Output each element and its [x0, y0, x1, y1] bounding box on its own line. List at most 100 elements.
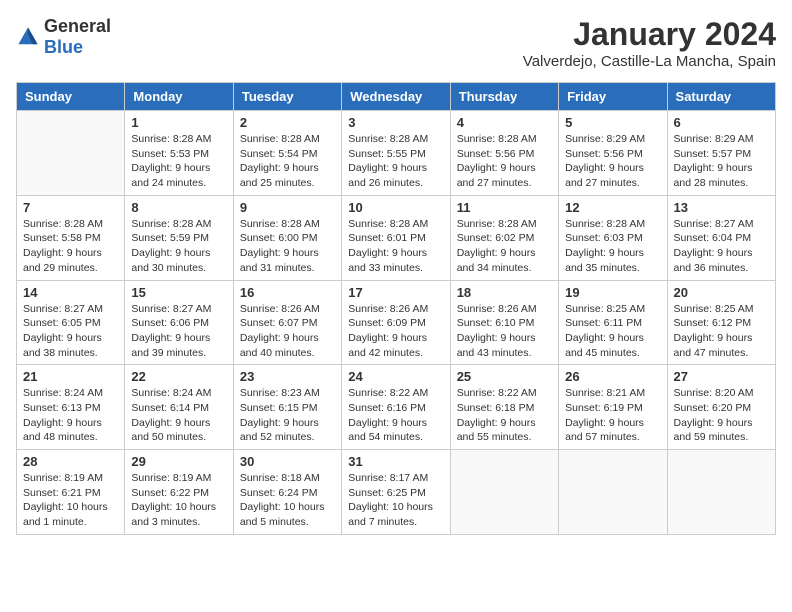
calendar-day-cell: 10 Sunrise: 8:28 AM Sunset: 6:01 PM Dayli…	[342, 195, 450, 280]
calendar-day-cell: 9Sunrise: 8:28 AM Sunset: 6:00 PM Daylig…	[233, 195, 341, 280]
day-number: 28	[23, 454, 118, 469]
calendar-day-cell: 25Sunrise: 8:22 AM Sunset: 6:18 PM Dayli…	[450, 365, 558, 450]
day-info: Sunrise: 8:25 AM Sunset: 6:12 PM Dayligh…	[674, 302, 769, 361]
logo-icon	[16, 25, 40, 49]
calendar-day-cell: 31 Sunrise: 8:17 AM Sunset: 6:25 PM Dayli…	[342, 450, 450, 535]
page-header: General Blue January 2024 Valverdejo, Ca…	[16, 16, 776, 70]
day-info: Sunrise: 8:27 AM Sunset: 6:04 PM Dayligh…	[674, 217, 769, 276]
day-number: 11	[457, 200, 552, 215]
day-number: 7	[23, 200, 118, 215]
day-number: 13	[674, 200, 769, 215]
calendar-day-cell: 1 Sunrise: 8:28 AM Sunset: 5:53 PM Daylig…	[125, 111, 233, 196]
day-number: 9	[240, 200, 335, 215]
calendar-day-cell: 22 Sunrise: 8:24 AM Sunset: 6:14 PM Dayli…	[125, 365, 233, 450]
day-number: 20	[674, 285, 769, 300]
calendar-week-row: 28Sunrise: 8:19 AM Sunset: 6:21 PM Dayli…	[17, 450, 776, 535]
logo: General Blue	[16, 16, 111, 58]
day-number: 15	[131, 285, 226, 300]
logo-general: General	[44, 16, 111, 36]
day-info: Sunrise: 8:28 AM Sunset: 5:58 PM Dayligh…	[23, 217, 118, 276]
weekday-header-friday: Friday	[559, 83, 667, 111]
day-info: Sunrise: 8:28 AM Sunset: 6:01 PM Dayligh…	[348, 217, 443, 276]
day-info: Sunrise: 8:28 AM Sunset: 5:55 PM Dayligh…	[348, 132, 443, 191]
calendar-day-cell: 18 Sunrise: 8:26 AM Sunset: 6:10 PM Dayli…	[450, 280, 558, 365]
day-info: Sunrise: 8:24 AM Sunset: 6:14 PM Dayligh…	[131, 386, 226, 445]
day-info: Sunrise: 8:26 AM Sunset: 6:07 PM Dayligh…	[240, 302, 335, 361]
location-title: Valverdejo, Castille-La Mancha, Spain	[523, 53, 776, 70]
day-number: 12	[565, 200, 660, 215]
empty-cell	[559, 450, 667, 535]
calendar-day-cell: 29 Sunrise: 8:19 AM Sunset: 6:22 PM Dayli…	[125, 450, 233, 535]
day-info: Sunrise: 8:29 AM Sunset: 5:57 PM Dayligh…	[674, 132, 769, 191]
day-number: 22	[131, 369, 226, 384]
empty-cell	[450, 450, 558, 535]
day-number: 18	[457, 285, 552, 300]
day-info: Sunrise: 8:23 AM Sunset: 6:15 PM Dayligh…	[240, 386, 335, 445]
day-number: 16	[240, 285, 335, 300]
calendar-day-cell: 20 Sunrise: 8:25 AM Sunset: 6:12 PM Dayli…	[667, 280, 775, 365]
calendar-day-cell: 21Sunrise: 8:24 AM Sunset: 6:13 PM Dayli…	[17, 365, 125, 450]
day-number: 5	[565, 115, 660, 130]
day-number: 26	[565, 369, 660, 384]
calendar-day-cell: 30 Sunrise: 8:18 AM Sunset: 6:24 PM Dayli…	[233, 450, 341, 535]
day-info: Sunrise: 8:27 AM Sunset: 6:05 PM Dayligh…	[23, 302, 118, 361]
day-number: 3	[348, 115, 443, 130]
empty-cell	[667, 450, 775, 535]
empty-cell	[17, 111, 125, 196]
calendar-week-row: 14 Sunrise: 8:27 AM Sunset: 6:05 PM Dayli…	[17, 280, 776, 365]
day-number: 23	[240, 369, 335, 384]
day-info: Sunrise: 8:17 AM Sunset: 6:25 PM Dayligh…	[348, 471, 443, 530]
calendar-day-cell: 11 Sunrise: 8:28 AM Sunset: 6:02 PM Dayli…	[450, 195, 558, 280]
day-info: Sunrise: 8:20 AM Sunset: 6:20 PM Dayligh…	[674, 386, 769, 445]
calendar-day-cell: 4Sunrise: 8:28 AM Sunset: 5:56 PM Daylig…	[450, 111, 558, 196]
day-info: Sunrise: 8:27 AM Sunset: 6:06 PM Dayligh…	[131, 302, 226, 361]
calendar-week-row: 21Sunrise: 8:24 AM Sunset: 6:13 PM Dayli…	[17, 365, 776, 450]
day-info: Sunrise: 8:18 AM Sunset: 6:24 PM Dayligh…	[240, 471, 335, 530]
day-number: 21	[23, 369, 118, 384]
day-number: 6	[674, 115, 769, 130]
calendar-day-cell: 28Sunrise: 8:19 AM Sunset: 6:21 PM Dayli…	[17, 450, 125, 535]
day-number: 24	[348, 369, 443, 384]
calendar-day-cell: 23 Sunrise: 8:23 AM Sunset: 6:15 PM Dayli…	[233, 365, 341, 450]
calendar-table: SundayMondayTuesdayWednesdayThursdayFrid…	[16, 82, 776, 535]
day-number: 10	[348, 200, 443, 215]
day-info: Sunrise: 8:19 AM Sunset: 6:22 PM Dayligh…	[131, 471, 226, 530]
day-info: Sunrise: 8:28 AM Sunset: 6:02 PM Dayligh…	[457, 217, 552, 276]
calendar-day-cell: 24 Sunrise: 8:22 AM Sunset: 6:16 PM Dayli…	[342, 365, 450, 450]
day-number: 30	[240, 454, 335, 469]
day-info: Sunrise: 8:28 AM Sunset: 5:59 PM Dayligh…	[131, 217, 226, 276]
day-info: Sunrise: 8:28 AM Sunset: 6:03 PM Dayligh…	[565, 217, 660, 276]
calendar-day-cell: 5Sunrise: 8:29 AM Sunset: 5:56 PM Daylig…	[559, 111, 667, 196]
calendar-day-cell: 19Sunrise: 8:25 AM Sunset: 6:11 PM Dayli…	[559, 280, 667, 365]
weekday-header-saturday: Saturday	[667, 83, 775, 111]
day-info: Sunrise: 8:21 AM Sunset: 6:19 PM Dayligh…	[565, 386, 660, 445]
day-info: Sunrise: 8:22 AM Sunset: 6:16 PM Dayligh…	[348, 386, 443, 445]
day-number: 2	[240, 115, 335, 130]
calendar-day-cell: 26 Sunrise: 8:21 AM Sunset: 6:19 PM Dayli…	[559, 365, 667, 450]
day-number: 29	[131, 454, 226, 469]
calendar-week-row: 1 Sunrise: 8:28 AM Sunset: 5:53 PM Daylig…	[17, 111, 776, 196]
calendar-day-cell: 15 Sunrise: 8:27 AM Sunset: 6:06 PM Dayli…	[125, 280, 233, 365]
calendar-day-cell: 16 Sunrise: 8:26 AM Sunset: 6:07 PM Dayli…	[233, 280, 341, 365]
day-number: 31	[348, 454, 443, 469]
day-number: 4	[457, 115, 552, 130]
day-number: 1	[131, 115, 226, 130]
day-number: 14	[23, 285, 118, 300]
day-info: Sunrise: 8:25 AM Sunset: 6:11 PM Dayligh…	[565, 302, 660, 361]
weekday-header-thursday: Thursday	[450, 83, 558, 111]
day-info: Sunrise: 8:28 AM Sunset: 5:54 PM Dayligh…	[240, 132, 335, 191]
calendar-day-cell: 12 Sunrise: 8:28 AM Sunset: 6:03 PM Dayli…	[559, 195, 667, 280]
calendar-day-cell: 6 Sunrise: 8:29 AM Sunset: 5:57 PM Daylig…	[667, 111, 775, 196]
calendar-day-cell: 14 Sunrise: 8:27 AM Sunset: 6:05 PM Dayli…	[17, 280, 125, 365]
day-number: 27	[674, 369, 769, 384]
calendar-day-cell: 7 Sunrise: 8:28 AM Sunset: 5:58 PM Daylig…	[17, 195, 125, 280]
calendar-day-cell: 8Sunrise: 8:28 AM Sunset: 5:59 PM Daylig…	[125, 195, 233, 280]
day-number: 25	[457, 369, 552, 384]
day-info: Sunrise: 8:26 AM Sunset: 6:10 PM Dayligh…	[457, 302, 552, 361]
day-info: Sunrise: 8:28 AM Sunset: 5:53 PM Dayligh…	[131, 132, 226, 191]
logo-blue: Blue	[44, 37, 83, 57]
month-title: January 2024	[523, 16, 776, 53]
day-number: 17	[348, 285, 443, 300]
calendar-day-cell: 27 Sunrise: 8:20 AM Sunset: 6:20 PM Dayli…	[667, 365, 775, 450]
weekday-header-monday: Monday	[125, 83, 233, 111]
